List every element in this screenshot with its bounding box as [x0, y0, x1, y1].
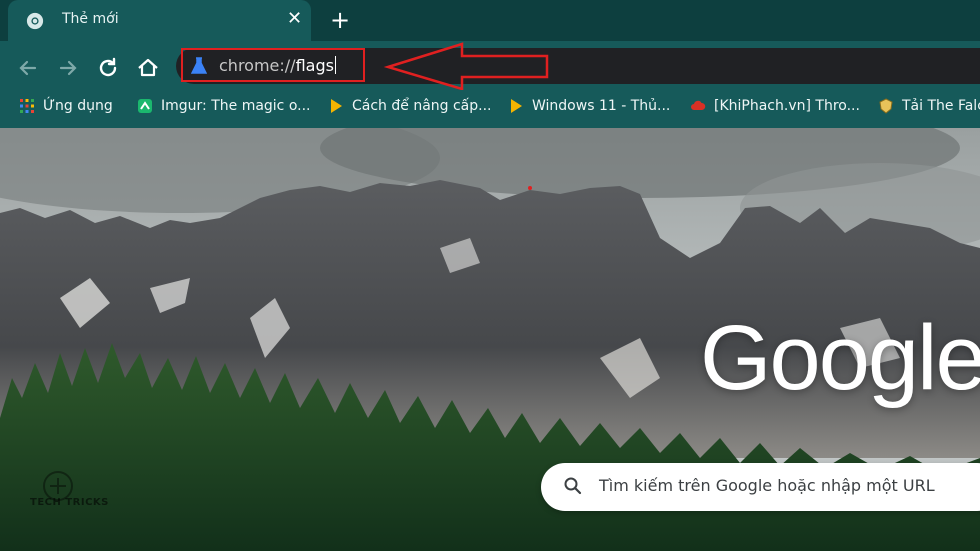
bookmark-apps[interactable]: Ứng dụng: [19, 95, 113, 117]
annotation-arrow-icon: [383, 42, 549, 90]
tab-close-button[interactable]: ✕: [287, 9, 302, 29]
play-triangle-icon: [331, 99, 342, 113]
bookmark-label: Cách để nâng cấp...: [352, 98, 492, 114]
tech-tricks-logo-icon: [43, 471, 73, 501]
annotation-highlight-box: [181, 48, 365, 82]
google-logo: Google: [700, 307, 980, 409]
search-icon: [564, 477, 582, 495]
bookmark-label: Windows 11 - Thủ...: [532, 98, 671, 114]
new-tab-button[interactable]: +: [330, 8, 350, 32]
bookmark-khiphach[interactable]: [KhiPhach.vn] Thro...: [690, 95, 860, 117]
reload-icon[interactable]: [95, 55, 121, 81]
arrow-left-icon[interactable]: [15, 55, 41, 81]
bookmark-falcon[interactable]: Tải The Falc: [878, 95, 980, 117]
cloud-icon: [691, 100, 706, 110]
arrow-right-icon[interactable]: [55, 55, 81, 81]
play-triangle-icon: [511, 99, 522, 113]
chrome-icon: [26, 12, 44, 30]
tab-title: Thẻ mới: [62, 11, 119, 27]
bookmark-label: Ứng dụng: [43, 98, 113, 114]
bookmark-upgrade[interactable]: Cách để nâng cấp...: [328, 95, 492, 117]
bookmark-imgur[interactable]: Imgur: The magic o...: [137, 95, 311, 117]
crest-icon: [879, 98, 893, 114]
imgur-icon: [138, 99, 152, 113]
search-placeholder[interactable]: Tìm kiếm trên Google hoặc nhập một URL: [599, 476, 935, 495]
bookmark-label: Tải The Falc: [902, 98, 980, 114]
bookmark-label: [KhiPhach.vn] Thro...: [714, 98, 860, 114]
bookmark-label: Imgur: The magic o...: [161, 98, 311, 114]
watermark-text: TECH TRICKS: [30, 497, 109, 508]
tab-new-tab[interactable]: Thẻ mới ✕: [8, 0, 311, 41]
home-icon[interactable]: [135, 55, 161, 81]
apps-grid-icon: [20, 99, 34, 113]
bookmark-windows11[interactable]: Windows 11 - Thủ...: [508, 95, 670, 117]
